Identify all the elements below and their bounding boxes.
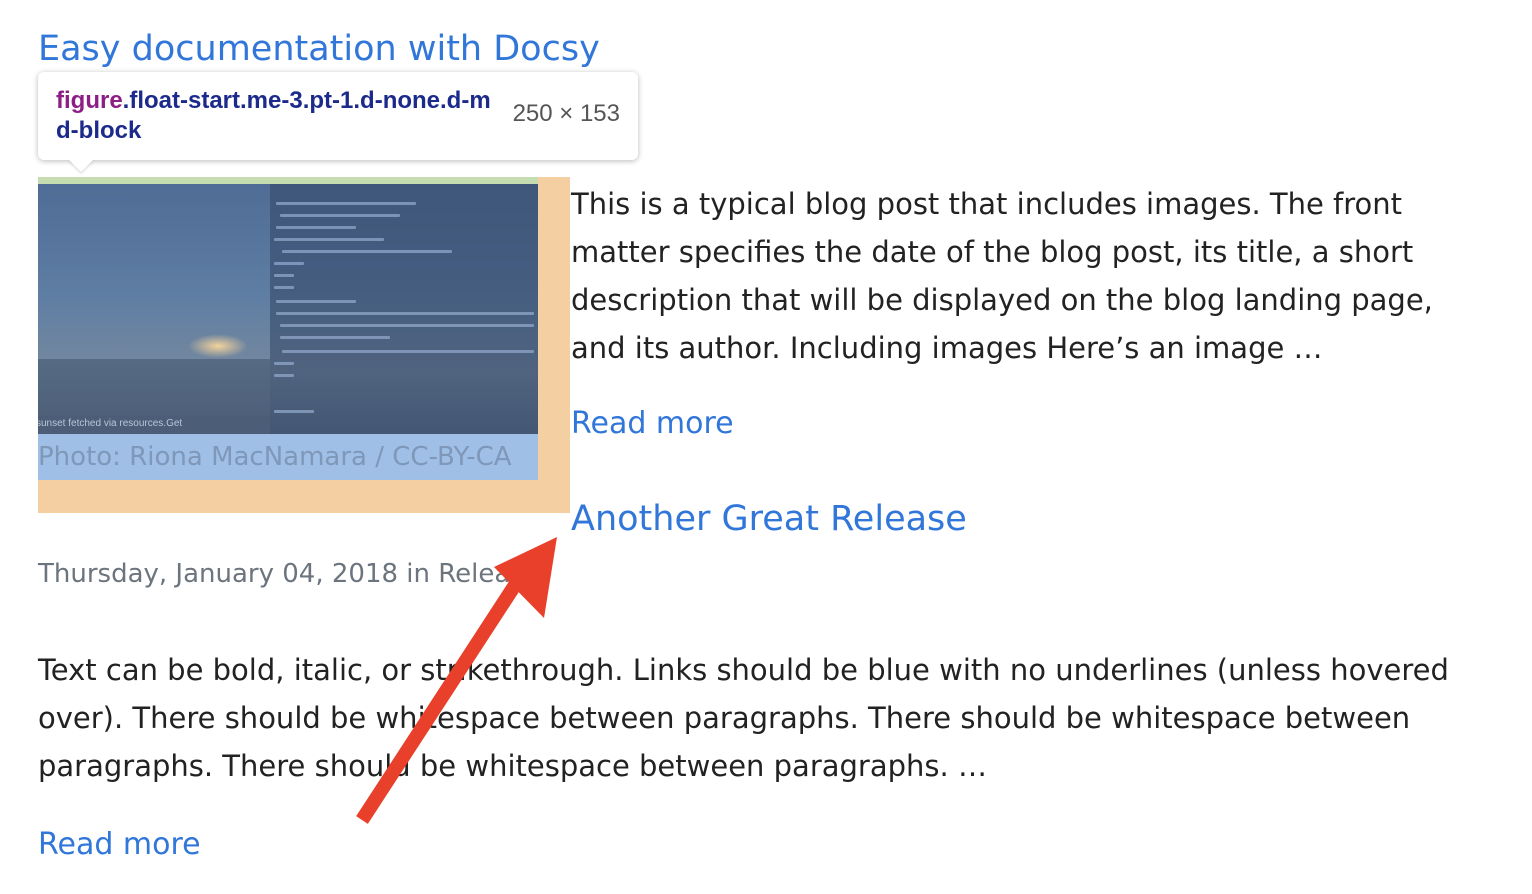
read-more-link[interactable]: Read more [38,823,201,867]
figure-padding-highlight [38,177,538,184]
post-excerpt: This is a typical blog post that include… [571,187,1433,365]
post-meta: Thursday, January 04, 2018 in Relea [38,559,511,589]
tooltip-selector: figure.float-start.me-3.pt-1.d-none.d-md… [56,86,496,146]
post-title-link[interactable]: Another Great Release [571,495,967,543]
read-more-link[interactable]: Read more [571,402,734,446]
post-title-link[interactable]: Easy documentation with Docsy [38,24,600,74]
code-screenshot-pane [270,184,538,434]
post-excerpt: Text can be bold, italic, or strikethrou… [38,653,1449,783]
figure-caption: Photo: Riona MacNamara / CC-BY-CA [38,442,512,472]
sunset-sun [188,334,248,358]
blog-post-image: sunset fetched via resources.Get [38,184,538,434]
blog-post-figure: sunset fetched via resources.Get Photo: … [38,184,538,480]
image-overlay-text: sunset fetched via resources.Get [38,418,183,429]
devtools-inspect-tooltip: figure.float-start.me-3.pt-1.d-none.d-md… [38,72,638,160]
tooltip-dimensions: 250 × 153 [512,100,620,127]
tooltip-tag: figure [56,87,123,114]
